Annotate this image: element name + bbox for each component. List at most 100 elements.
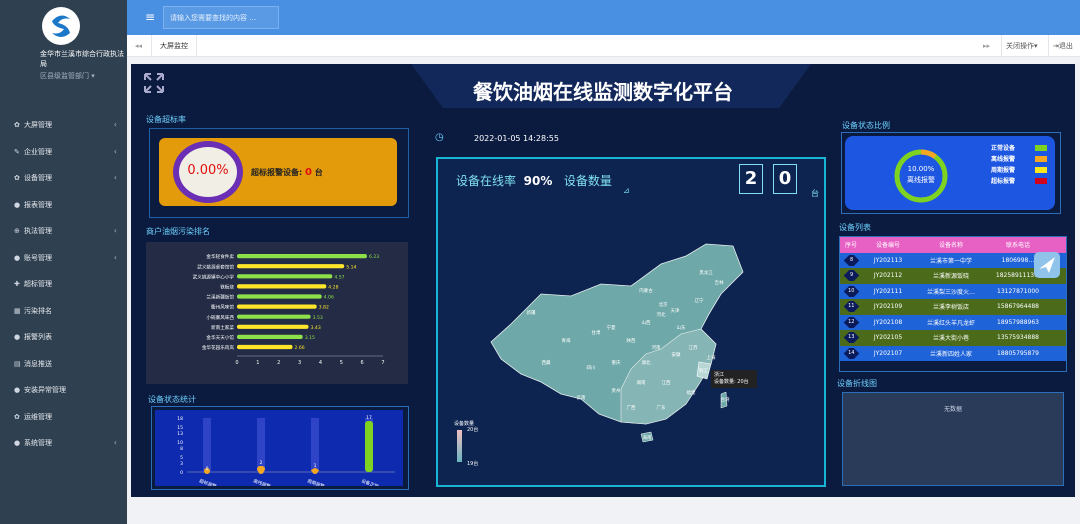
- row-index-badge: 9: [843, 270, 859, 282]
- ranking-bar[interactable]: [237, 274, 333, 279]
- ranking-x-tick: 3: [298, 360, 301, 366]
- sidebar-item-5[interactable]: ● 账号管理 ‹: [0, 245, 127, 272]
- ranking-x-tick: 1: [256, 360, 259, 366]
- legend-swatch: [1035, 166, 1047, 173]
- stats-y-tick: 18: [177, 416, 183, 422]
- map-province-label: 云南: [577, 394, 586, 401]
- sidebar: 金华市兰溪市综合行政执法局 区县级监管部门 ▾ ✿ 大屏管理 ‹ ✎ 企业管理 ‹ ✿ 设备管…: [0, 0, 127, 524]
- over-rate-label: 超标报警设备:: [251, 168, 303, 177]
- map-province-label: 宁夏: [607, 324, 616, 331]
- ranking-bar[interactable]: [237, 334, 303, 339]
- bird-icon[interactable]: [1033, 251, 1061, 279]
- list-icon: ▤: [14, 359, 21, 368]
- map-province-label: 上海: [707, 354, 716, 361]
- online-stats: 设备在线率 90% 设备数量: [456, 172, 612, 189]
- sidebar-item-3[interactable]: ● 报表管理: [0, 192, 127, 219]
- logout-button[interactable]: ⇥退出: [1048, 35, 1073, 57]
- table-cell: 兰溪市第一中学: [929, 257, 972, 265]
- ranking-bar[interactable]: [237, 294, 322, 299]
- stats-bar[interactable]: [365, 421, 373, 472]
- fullscreen-icon[interactable]: [143, 72, 165, 94]
- status-legend: 正常设备 离线报警 周期报警 超标报警: [991, 142, 1047, 186]
- search-input[interactable]: 请输入您需要查找的内容 …: [163, 6, 279, 29]
- stats-y-tick: 15: [177, 425, 183, 431]
- legend-item: 离线报警: [991, 153, 1047, 164]
- sidebar-item-4[interactable]: ⊕ 执法管理 ‹: [0, 218, 127, 245]
- sidebar-item-12[interactable]: ● 系统管理 ‹: [0, 430, 127, 457]
- table-cell: 9: [840, 270, 862, 282]
- logo-icon: [52, 15, 70, 37]
- sidebar-item-2[interactable]: ✿ 设备管理 ‹: [0, 165, 127, 192]
- sidebar-item-6[interactable]: ✚ 超标管理: [0, 271, 127, 298]
- org-name: 金华市兰溪市综合行政执法局: [40, 50, 124, 68]
- table-row[interactable]: 14 JY202107 兰溪新四姓人家 18805795879: [840, 345, 1066, 361]
- ranking-bar[interactable]: [237, 314, 311, 319]
- ranking-category-label: 铁板烧: [220, 284, 234, 291]
- stats-y-tick: 0: [180, 470, 183, 476]
- linechart-title: 设备折线图: [837, 379, 877, 388]
- sidebar-item-0[interactable]: ✿ 大屏管理 ‹: [0, 112, 127, 139]
- ranking-value-label: 4.28: [328, 285, 338, 291]
- chevron-left-icon: ‹: [113, 146, 117, 156]
- ranking-bar[interactable]: [237, 324, 309, 329]
- ranking-bar[interactable]: [237, 254, 367, 259]
- sidebar-item-label: 大屏管理: [24, 121, 52, 130]
- ranking-category-label: 武义姚源桌套馆馆: [197, 263, 234, 270]
- table-cell: JY202112: [873, 272, 903, 280]
- ranking-bar[interactable]: [237, 304, 317, 309]
- table-cell: JY202111: [873, 287, 903, 295]
- tab-scroll-left-icon[interactable]: ◂◂: [135, 35, 142, 57]
- table-row[interactable]: 10 JY202111 兰溪梨三沙度火… 13127871000: [840, 283, 1066, 299]
- table-cell: 18805795879: [997, 349, 1039, 357]
- table-cell: 13: [840, 332, 862, 344]
- sidebar-item-10[interactable]: ● 安装异常管理: [0, 377, 127, 404]
- table-cell: 兰溪梨三沙度火…: [926, 288, 975, 296]
- table-header-cell: 设备编号: [875, 242, 900, 250]
- table-cell: 18957988963: [997, 318, 1039, 326]
- table-row[interactable]: 11 JY202109 兰溪李树饭店 15867964488: [840, 299, 1066, 315]
- sidebar-item-9[interactable]: ▤ 消息推送: [0, 351, 127, 378]
- table-header-cell: 序号: [844, 242, 857, 250]
- sidebar-item-11[interactable]: ✿ 运维管理: [0, 404, 127, 431]
- map-province-label: 贵州: [612, 387, 621, 394]
- tab-dashboard[interactable]: 大屏监控: [151, 35, 197, 57]
- sidebar-item-7[interactable]: ▦ 污染排名: [0, 298, 127, 325]
- ranking-bar[interactable]: [237, 264, 345, 269]
- tab-scroll-right-icon[interactable]: ▸▸: [983, 35, 990, 57]
- map-province-label: 青海: [562, 337, 571, 344]
- stats-y-tick: 5: [180, 455, 183, 461]
- row-index-badge: 12: [843, 316, 859, 328]
- dashboard-title: 餐饮油烟在线监测数字化平台: [473, 80, 733, 104]
- digit-unit: 台: [811, 189, 819, 198]
- chart-icon: ⊿: [623, 186, 630, 195]
- ranking-value-label: 5.14: [346, 264, 356, 270]
- map-legend-bar[interactable]: [457, 430, 462, 462]
- move-icon: ✚: [14, 280, 20, 289]
- users-icon: ●: [14, 253, 21, 262]
- table-cell: 14: [840, 347, 862, 359]
- dept-dropdown[interactable]: 区县级监管部门 ▾: [40, 71, 95, 81]
- chevron-left-icon: ‹: [113, 438, 117, 447]
- close-ops-dropdown[interactable]: 关闭操作▾: [1001, 35, 1038, 57]
- sidebar-item-label: 消息推送: [24, 359, 52, 368]
- map-province-label: 浙江: [699, 367, 708, 374]
- sidebar-item-8[interactable]: ● 报警列表: [0, 324, 127, 351]
- sidebar-item-label: 超标管理: [24, 280, 52, 289]
- china-map[interactable]: 黑龙江吉林辽宁 内蒙古新疆西藏 青海 甘肃宁夏陕西 山西河北 北京天津山东河南四川 重庆 湖北…: [471, 234, 781, 444]
- ranking-bar[interactable]: [237, 344, 293, 350]
- row-index-badge: 13: [843, 332, 859, 344]
- sidebar-item-label: 系统管理: [24, 439, 52, 448]
- map-province-label: 重庆: [612, 359, 621, 366]
- sidebar-item-1[interactable]: ✎ 企业管理 ‹: [0, 139, 127, 166]
- legend-item: 周期报警: [991, 164, 1047, 175]
- map-tooltip-name: 浙江: [714, 372, 725, 378]
- legend-label: 周期报警: [991, 167, 1016, 174]
- close-ops-label: 关闭操作: [1006, 42, 1034, 50]
- map-province-label: 江西: [662, 379, 671, 386]
- table-row[interactable]: 12 JY202108 兰溪红头羊凡龙虾 18957988963: [840, 314, 1066, 330]
- map-province-label: 河南: [652, 344, 661, 351]
- ranking-bar[interactable]: [237, 284, 327, 289]
- table-row[interactable]: 13 JY202105 兰溪大街小巷 13575934888: [840, 330, 1066, 346]
- menu-toggle-icon[interactable]: ≡: [145, 10, 155, 24]
- map-province-label: 天津: [671, 307, 680, 314]
